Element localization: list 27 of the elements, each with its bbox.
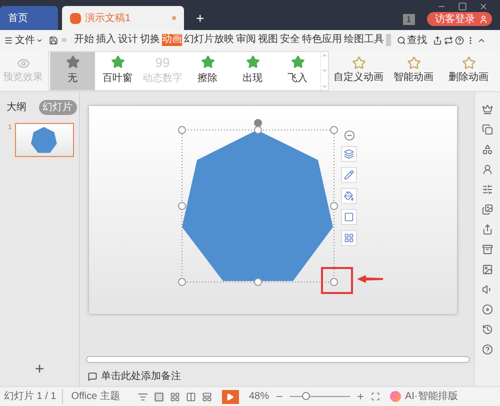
file-menu[interactable]: 文件 [15,32,43,48]
animation-action-button[interactable]: 智能动画 [388,56,439,85]
add-slide-button[interactable]: + [34,362,44,378]
zoom-level[interactable]: 48% [248,389,269,404]
animation-action-button[interactable]: 删除动画 [443,56,494,85]
animation-action-button[interactable]: 自定义动画 [333,56,384,85]
document-tab[interactable]: 首页 [0,6,58,30]
ai-layout-button[interactable]: AI·智能排版 [390,389,458,404]
slide-count: 幻灯片 1 / 1 [4,390,56,404]
ribbon-tab[interactable]: 设计 [118,34,138,46]
ribbon-tab[interactable]: 特色应用 [302,34,342,46]
notes-field[interactable]: 单击此处添加备注 [101,368,466,384]
ribbon-tab[interactable]: 切换 [140,34,160,46]
new-tab-button[interactable]: + [184,6,216,30]
panel-tab[interactable]: 大纲 [2,100,30,115]
login-button[interactable]: 访客登录 [427,12,492,26]
ribbon-tab[interactable]: 幻灯片放映 [184,34,234,46]
ribbon-tab[interactable]: 绘图工具 [344,34,384,46]
ribbon-tab[interactable]: 插入 [96,34,116,46]
animation-effect[interactable]: 无 [50,52,95,90]
ribbon-tab[interactable]: 审阅 [236,34,256,46]
ribbon-tab[interactable]: 视图 [258,34,278,46]
ribbon-tab[interactable]: 开始 [74,34,94,46]
count-badge: 1 [402,14,415,24]
search-button[interactable]: 查找 [397,32,427,48]
theme-name: Office 主题 [62,389,120,404]
ribbon-tab[interactable]: 安全 [280,34,300,46]
